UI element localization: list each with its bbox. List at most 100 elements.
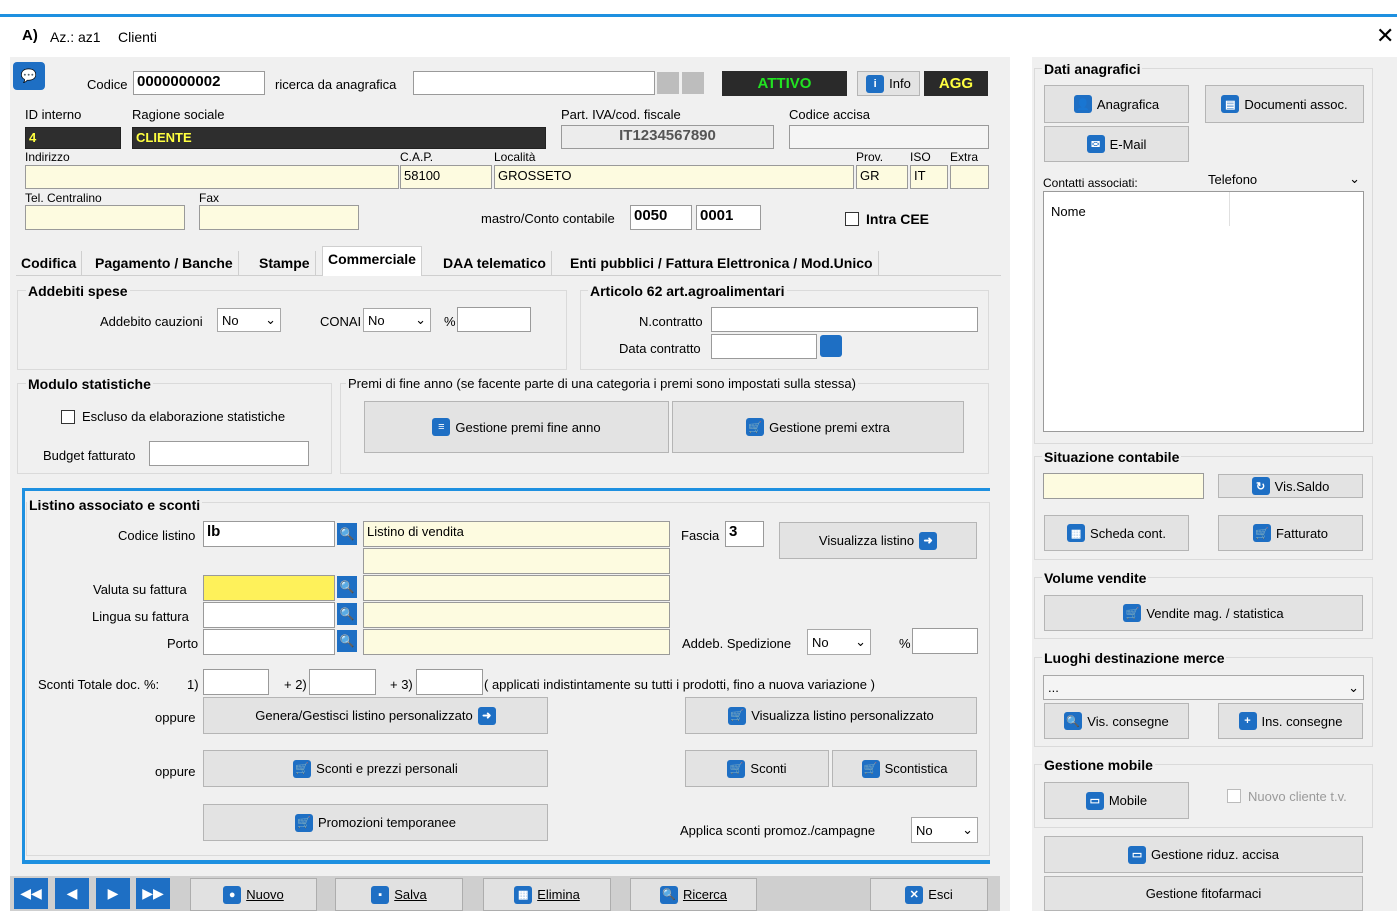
premi-fine-anno-button[interactable]: ≡ Gestione premi fine anno [364,401,669,453]
tab-daa[interactable]: DAA telematico [438,251,552,275]
extra-field[interactable] [950,165,989,189]
ins-consegne-button[interactable]: + Ins. consegne [1218,703,1363,739]
ricerca-button[interactable]: 🔍 Ricerca [630,878,757,911]
sconti-prezzi-button[interactable]: 🛒 Sconti e prezzi personali [203,750,548,787]
ragione-sociale-field[interactable]: CLIENTE [132,127,546,149]
mobile-label: Mobile [1108,793,1148,808]
nome-column-header[interactable]: Nome [1051,204,1086,219]
scheda-cont-button[interactable]: ▦ Scheda cont. [1044,515,1189,551]
spedizione-select[interactable]: No ⌄ [807,629,871,655]
salva-button[interactable]: ▪ Salva [335,878,463,911]
info-button[interactable]: i Info [857,71,920,96]
valuta-search-icon[interactable]: 🔍 [337,576,357,598]
porto-desc-field[interactable] [363,629,670,655]
sconto2-field[interactable] [309,669,376,695]
lingua-field[interactable] [203,602,335,628]
localita-field[interactable]: GROSSETO [494,165,854,189]
ricerca-input[interactable] [413,71,655,95]
scontistica-button[interactable]: 🛒 Scontistica [832,750,977,787]
vis-consegne-button[interactable]: 🔍 Vis. consegne [1044,703,1189,739]
tab-codifica[interactable]: Codifica [16,251,83,275]
chat-icon[interactable]: 💬 [13,62,45,90]
promozioni-button[interactable]: 🛒 Promozioni temporanee [203,804,548,841]
vendite-button[interactable]: 🛒 Vendite mag. / statistica [1044,595,1363,631]
riduz-accisa-button[interactable]: ▭ Gestione riduz. accisa [1044,836,1363,873]
fax-field[interactable] [199,205,359,230]
spedizione-percent-field[interactable] [912,628,978,654]
anagrafica-button[interactable]: 👤 Anagrafica [1044,85,1189,123]
mastro-field[interactable]: 0050 [630,205,692,230]
ncontratto-field[interactable] [711,307,978,332]
mobile-button[interactable]: ▭ Mobile [1044,782,1189,819]
visualizza-listino-button[interactable]: Visualizza listino ➜ [779,522,977,559]
tab-stampe[interactable]: Stampe [254,251,316,275]
last-record-icon[interactable]: ▶▶ [136,878,170,909]
luoghi-select[interactable]: ... ⌄ [1043,675,1364,700]
listino-desc2-field[interactable] [363,548,670,574]
premi-extra-button[interactable]: 🛒 Gestione premi extra [672,401,964,453]
elimina-button[interactable]: ▦ Elimina [483,878,611,911]
piva-field[interactable]: IT1234567890 [561,125,774,149]
vis-saldo-button[interactable]: ↻ Vis.Saldo [1218,474,1363,498]
first-record-icon[interactable]: ◀◀ [14,878,48,909]
nuovo-cliente-checkbox[interactable] [1227,787,1241,803]
nuovo-button[interactable]: ● Nuovo [190,878,317,911]
vis-listino-pers-button[interactable]: 🛒 Visualizza listino personalizzato [685,697,977,734]
sconto3-field[interactable] [416,669,483,695]
tel-field[interactable] [25,205,185,230]
intra-cee-checkbox[interactable] [845,210,859,226]
codice-input[interactable]: 0000000002 [133,71,265,95]
settings-icon[interactable] [682,72,704,94]
conai-percent-field[interactable] [457,307,531,332]
delete-icon: ▦ [514,885,533,904]
budget-field[interactable] [149,441,309,466]
iso-field[interactable]: IT [910,165,948,189]
tab-enti[interactable]: Enti pubblici / Fattura Elettronica / Mo… [565,251,879,275]
porto-search-icon[interactable]: 🔍 [337,630,357,652]
next-record-icon[interactable]: ▶ [96,878,130,909]
lingua-desc-field[interactable] [363,602,670,628]
search-icon[interactable] [657,72,679,94]
cap-field[interactable]: 58100 [400,165,492,189]
valuta-field[interactable] [203,575,335,601]
codice-listino-field[interactable]: lb [203,521,335,547]
fascia-field[interactable]: 3 [725,521,764,547]
indirizzo-field[interactable] [25,165,399,189]
conto-field[interactable]: 0001 [696,205,761,230]
prov-field[interactable]: GR [856,165,908,189]
escluso-checkbox[interactable] [61,408,75,424]
documenti-button[interactable]: ▤ Documenti assoc. [1205,85,1364,123]
codice-listino-search-icon[interactable]: 🔍 [337,523,357,545]
id-interno-label: ID interno [25,107,82,122]
scheda-cont-label: Scheda cont. [1090,525,1166,541]
sconti-button[interactable]: 🛒 Sconti [685,750,829,787]
mobile-title: Gestione mobile [1042,757,1155,773]
saldo-field[interactable] [1043,473,1204,499]
sconto1-field[interactable] [203,669,269,695]
esci-button[interactable]: ✕ Esci [870,878,988,911]
valuta-desc-field[interactable] [363,575,670,601]
conai-select[interactable]: No ⌄ [363,308,431,332]
genera-listino-button[interactable]: Genera/Gestisci listino personalizzato ➜ [203,697,548,734]
close-icon[interactable]: ✕ [1376,23,1394,49]
chevron-down-icon: ⌄ [855,634,866,649]
accisa-field[interactable] [789,125,989,149]
id-interno-field[interactable]: 4 [25,127,121,149]
volume-title: Volume vendite [1042,570,1149,586]
lingua-search-icon[interactable]: 🔍 [337,603,357,625]
fatturato-button[interactable]: 🛒 Fatturato [1218,515,1363,551]
calendar-icon[interactable] [820,335,842,357]
applica-sconti-select[interactable]: No ⌄ [911,817,978,843]
porto-field[interactable] [203,629,335,655]
listino-desc-field[interactable]: Listino di vendita [363,521,670,547]
contatti-select[interactable]: Telefono ⌄ [1204,168,1364,190]
fitofarmaci-button[interactable]: Gestione fitofarmaci [1044,876,1363,911]
tab-pagamento[interactable]: Pagamento / Banche [90,251,239,275]
tab-commerciale[interactable]: Commerciale [322,246,422,276]
cauzioni-select[interactable]: No ⌄ [217,308,281,332]
prev-record-icon[interactable]: ◀ [55,878,89,909]
data-contratto-field[interactable] [711,334,817,359]
arrow-right-icon: ➜ [477,706,496,725]
anagrafica-label: Anagrafica [1096,96,1160,112]
email-button[interactable]: ✉ E-Mail [1044,126,1189,162]
